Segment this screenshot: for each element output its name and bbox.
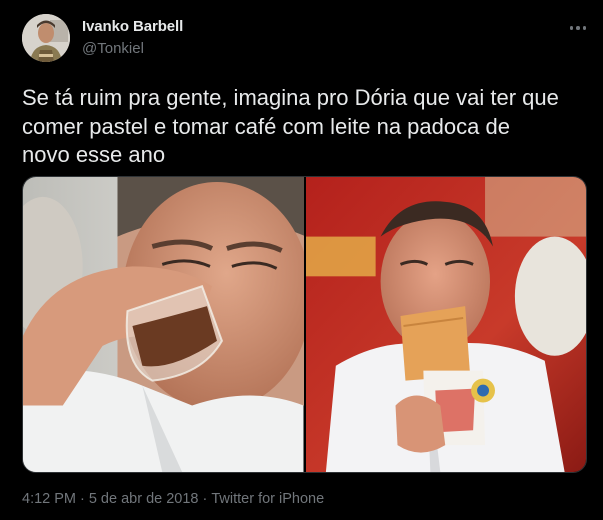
tweet: Ivanko Barbell @Tonkiel Se tá ruim pra g… [0,0,603,520]
photo-man-drinking-coffee [23,177,304,472]
tweet-source[interactable]: Twitter for iPhone [211,491,324,507]
tweet-text-line: Se tá ruim pra gente, imagina pro Dória … [22,85,559,110]
meta-separator: · [202,491,208,507]
author-handle[interactable]: @Tonkiel [82,40,144,57]
author-display-name[interactable]: Ivanko Barbell [82,18,183,35]
more-options-icon[interactable] [560,18,596,38]
media-photo-right[interactable] [305,177,586,472]
tweet-date[interactable]: 5 de abr de 2018 [89,491,199,507]
avatar[interactable] [22,14,70,62]
photo-man-eating-pastel [305,177,586,472]
tweet-text-line: novo esse ano [22,142,166,167]
meta-separator: · [80,491,85,507]
media-photo-left[interactable] [23,177,304,472]
tweet-text: Se tá ruim pra gente, imagina pro Dória … [22,84,592,170]
tweet-time[interactable]: 4:12 PM [22,491,76,507]
user-avatar-photo [22,14,70,62]
media-grid [22,176,587,473]
tweet-meta: 4:12 PM · 5 de abr de 2018 · Twitter for iPh… [22,491,324,507]
tweet-text-line: comer pastel e tomar café com leite na p… [22,113,510,139]
